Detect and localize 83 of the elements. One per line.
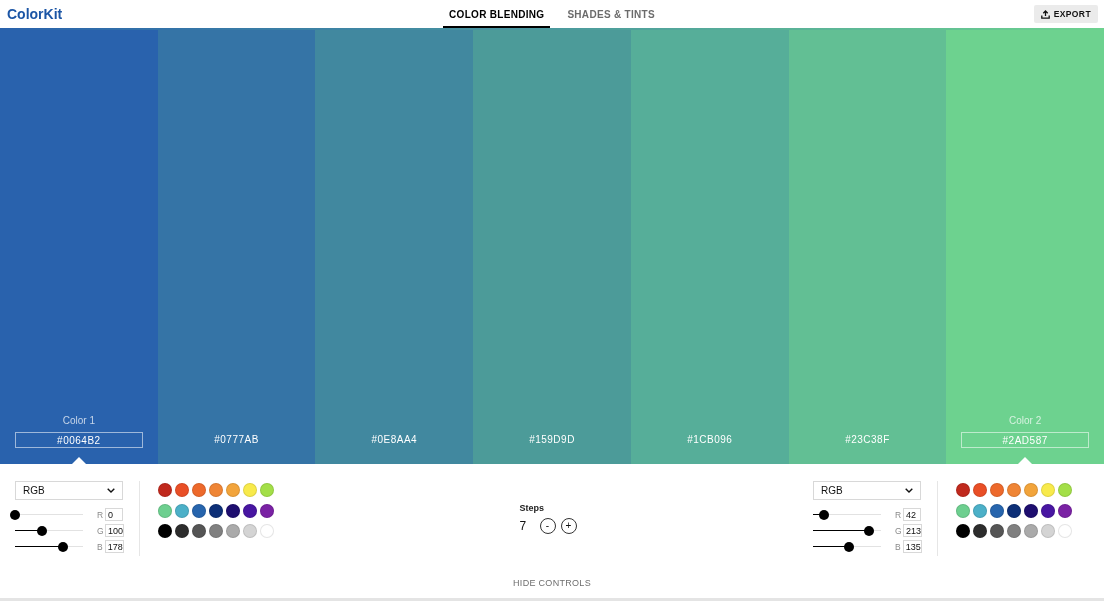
color-swatch-icon[interactable]: [158, 503, 172, 518]
channel-label: B: [895, 541, 901, 552]
color-swatch-icon[interactable]: [1058, 503, 1072, 518]
channel-value-field[interactable]: 42: [903, 508, 921, 521]
channel-label: G: [895, 525, 901, 536]
slider-thumb[interactable]: [57, 541, 68, 552]
color-swatch-icon[interactable]: [973, 483, 987, 497]
channel-value-field[interactable]: 135: [902, 540, 922, 553]
color-swatch-icon[interactable]: [260, 483, 274, 497]
color-swatch-icon[interactable]: [192, 503, 206, 518]
swatch-label: Color 1: [62, 415, 95, 427]
color-swatch-icon[interactable]: [226, 503, 240, 518]
channel-value-field[interactable]: 178: [104, 540, 124, 553]
color-swatch-icon[interactable]: [192, 524, 206, 538]
hex-code: #0E8AA4: [371, 433, 418, 447]
color-swatch-icon[interactable]: [1041, 503, 1055, 518]
color-swatch-icon[interactable]: [956, 483, 970, 497]
steps-label: Steps: [519, 503, 544, 514]
channel-label: G: [97, 525, 103, 536]
hex-code: #23C38F: [845, 433, 890, 447]
channel-value-field[interactable]: 100: [105, 524, 125, 537]
color-swatch-icon[interactable]: [243, 503, 257, 518]
color-swatch-icon[interactable]: [243, 483, 257, 497]
channel-value-field[interactable]: 213: [903, 524, 923, 537]
export-button[interactable]: EXPORT: [1033, 5, 1098, 23]
color-swatch-icon[interactable]: [956, 503, 970, 518]
color-swatch-icon[interactable]: [956, 524, 970, 538]
color-swatch-icon[interactable]: [990, 503, 1004, 518]
color-swatch-icon[interactable]: [192, 483, 206, 497]
color-swatch-icon[interactable]: [973, 524, 987, 538]
color-swatch-icon[interactable]: [260, 503, 274, 518]
color-swatch-icon[interactable]: [243, 524, 257, 538]
caret-icon: [71, 457, 86, 464]
color-swatch-icon[interactable]: [175, 483, 189, 497]
steps-value: 7: [519, 519, 527, 533]
chevron-down-icon: [107, 488, 115, 493]
slider-thumb[interactable]: [36, 525, 47, 536]
hex-code: #0777AB: [214, 433, 259, 447]
color-swatch-icon[interactable]: [1007, 483, 1021, 497]
hex-code: #159D9D: [529, 433, 575, 447]
color-swatch-icon[interactable]: [990, 483, 1004, 497]
slider-thumb[interactable]: [818, 509, 829, 520]
color-swatch-icon[interactable]: [158, 524, 172, 538]
color-swatch-icon[interactable]: [260, 524, 274, 538]
channel-value-field[interactable]: 0: [105, 508, 123, 521]
color-swatch-icon[interactable]: [158, 483, 172, 497]
color-swatch-icon[interactable]: [1024, 483, 1038, 497]
color-swatch-icon[interactable]: [1024, 503, 1038, 518]
color-swatch-icon[interactable]: [226, 483, 240, 497]
color-swatch-icon[interactable]: [1058, 483, 1072, 497]
color-swatch-icon[interactable]: [209, 483, 223, 497]
color-swatch-icon[interactable]: [973, 503, 987, 518]
color-swatch-icon[interactable]: [175, 524, 189, 538]
color-swatch-icon[interactable]: [1007, 524, 1021, 538]
hide-controls-button[interactable]: HIDE CONTROLS: [513, 578, 591, 589]
channel-label: B: [97, 541, 103, 552]
color-swatch-icon[interactable]: [990, 524, 1004, 538]
slider-thumb[interactable]: [844, 541, 855, 552]
color-swatch-icon[interactable]: [209, 503, 223, 518]
color-swatch-icon[interactable]: [226, 524, 240, 538]
slider-thumb[interactable]: [10, 509, 20, 520]
color-swatch-icon[interactable]: [1024, 524, 1038, 538]
channel-label: R: [895, 509, 901, 520]
caret-icon: [1018, 457, 1033, 464]
nav-tab[interactable]: SHADES & TINTS: [561, 0, 661, 28]
upload-icon: [1040, 9, 1050, 19]
channel-label: R: [97, 509, 103, 520]
app-logo: ColorKit: [7, 6, 63, 22]
color-swatch-icon[interactable]: [1058, 524, 1072, 538]
slider-thumb[interactable]: [864, 525, 875, 536]
color-swatch-icon[interactable]: [1007, 503, 1021, 518]
color-model-select[interactable]: RGB: [813, 481, 921, 500]
chevron-down-icon: [905, 488, 913, 493]
color-model-select[interactable]: RGB: [15, 481, 123, 500]
color-swatch-icon[interactable]: [209, 524, 223, 538]
swatch-label: Color 2: [1009, 415, 1042, 427]
decrement-button[interactable]: -: [539, 518, 556, 534]
increment-button[interactable]: +: [560, 518, 577, 534]
color-swatch-icon[interactable]: [1041, 524, 1055, 538]
hex-code: #1CB096: [687, 433, 733, 447]
color-swatch-icon[interactable]: [175, 503, 189, 518]
color-swatch-icon[interactable]: [1041, 483, 1055, 497]
hex-field[interactable]: #0064B2: [15, 432, 143, 448]
